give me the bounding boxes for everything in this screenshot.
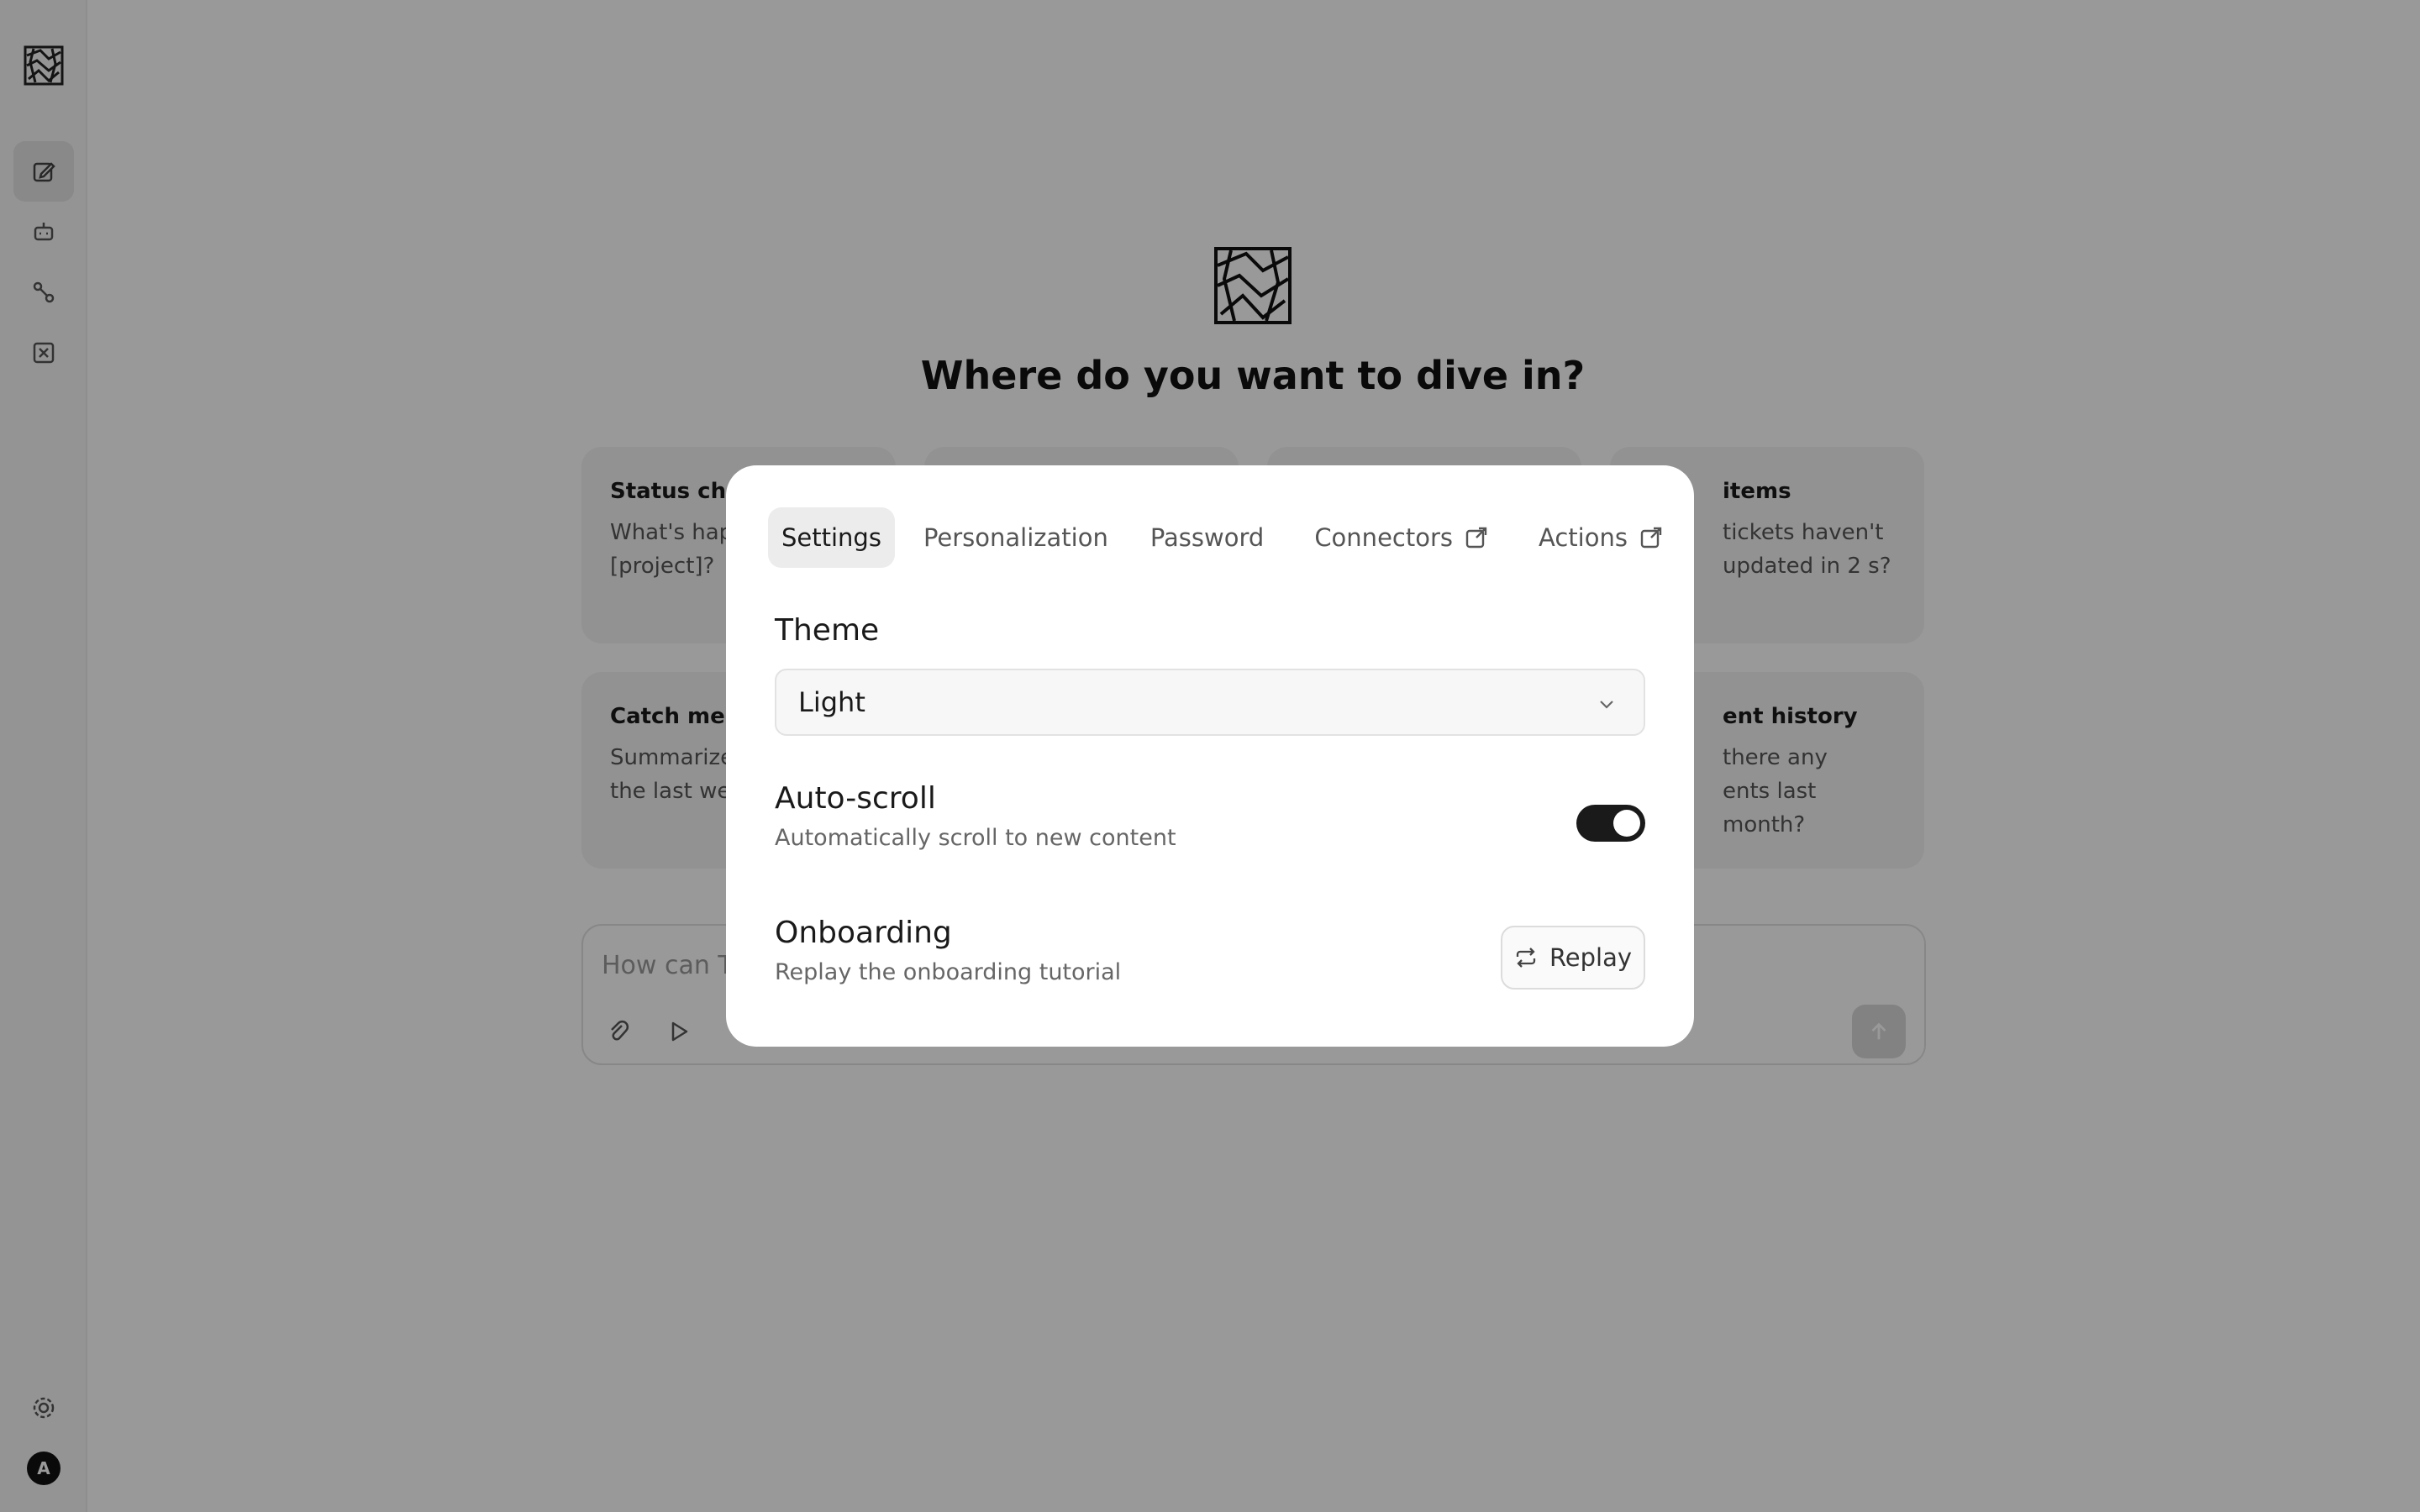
theme-select[interactable]: Light [775, 669, 1645, 736]
replay-label: Replay [1549, 943, 1633, 972]
tab-label: Actions [1539, 523, 1628, 552]
tab-personalization[interactable]: Personalization [910, 507, 1122, 568]
tab-connectors[interactable]: Connectors [1301, 507, 1502, 568]
tab-label: Personalization [923, 523, 1108, 552]
tab-label: Settings [781, 523, 881, 552]
external-link-icon [1465, 527, 1487, 549]
tab-password[interactable]: Password [1137, 507, 1277, 568]
replay-button[interactable]: Replay [1501, 926, 1645, 990]
onboarding-description: Replay the onboarding tutorial [775, 959, 1122, 985]
settings-modal: Settings Personalization Password Connec… [726, 465, 1694, 1047]
toggle-knob [1613, 810, 1640, 837]
theme-value: Light [798, 686, 865, 718]
tab-settings[interactable]: Settings [768, 507, 895, 568]
onboarding-label: Onboarding [775, 916, 952, 950]
autoscroll-label: Auto-scroll [775, 781, 936, 816]
tab-actions[interactable]: Actions [1525, 507, 1676, 568]
chevron-down-icon [1600, 701, 1613, 709]
theme-label: Theme [775, 613, 880, 648]
settings-tabs: Settings Personalization Password Connec… [768, 507, 1691, 568]
external-link-icon [1640, 527, 1662, 549]
repeat-icon [1516, 948, 1536, 968]
tab-label: Password [1150, 523, 1265, 552]
tab-label: Connectors [1314, 523, 1453, 552]
autoscroll-description: Automatically scroll to new content [775, 825, 1176, 851]
autoscroll-toggle[interactable] [1576, 805, 1645, 842]
